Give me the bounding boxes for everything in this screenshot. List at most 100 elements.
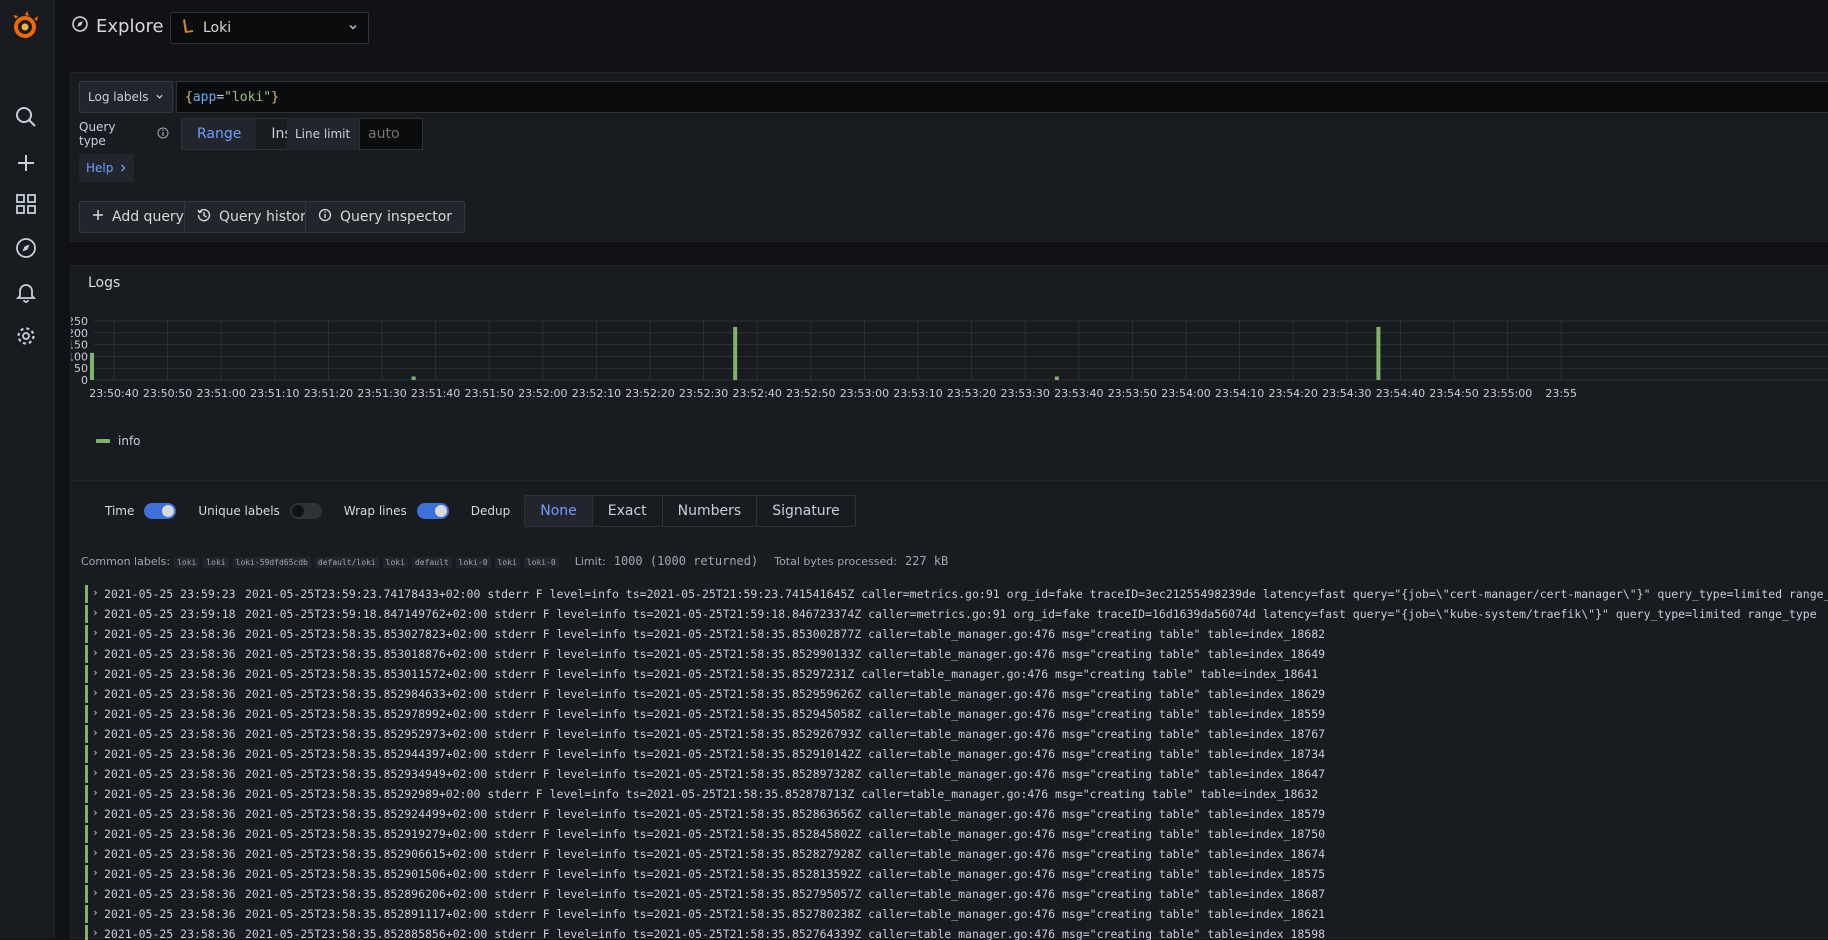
common-label-chip[interactable]: loki-59dfd65cdb xyxy=(232,556,311,568)
add-query-button[interactable]: Add query xyxy=(79,201,197,233)
log-line: 2021-05-25T23:58:35.852891117+02:00 stde… xyxy=(245,907,1326,921)
chart-x-tick-label: 23:51:40 xyxy=(411,387,460,400)
expand-chevron-icon[interactable]: › xyxy=(92,626,99,639)
common-label-chip[interactable]: loki xyxy=(494,556,520,568)
chart-y-tick-label: 0 xyxy=(81,374,88,387)
chart-x-tick-label: 23:52:20 xyxy=(625,387,674,400)
info-circle-icon[interactable] xyxy=(157,127,169,142)
log-row[interactable]: › 2021-05-25 23:58:36 2021-05-25T23:58:35.… xyxy=(71,724,1828,744)
log-row[interactable]: › 2021-05-25 23:58:36 2021-05-25T23:58:35.… xyxy=(71,624,1828,644)
expand-chevron-icon[interactable]: › xyxy=(92,646,99,659)
total-bytes-value: 227 kB xyxy=(904,554,949,568)
log-row[interactable]: › 2021-05-25 23:58:36 2021-05-25T23:58:35.… xyxy=(71,784,1828,804)
common-label-chip[interactable]: loki xyxy=(174,556,200,568)
chart-legend: info xyxy=(96,434,141,448)
gear-icon[interactable] xyxy=(14,324,38,348)
expand-chevron-icon[interactable]: › xyxy=(92,906,99,919)
expand-chevron-icon[interactable]: › xyxy=(92,866,99,879)
expand-chevron-icon[interactable]: › xyxy=(92,586,99,599)
explore-compass-icon xyxy=(72,16,88,37)
chart-y-tick-label: 150 xyxy=(71,339,88,352)
chart-bar xyxy=(1054,376,1059,380)
log-row[interactable]: › 2021-05-25 23:58:36 2021-05-25T23:58:35.… xyxy=(71,824,1828,844)
expand-chevron-icon[interactable]: › xyxy=(92,686,99,699)
expand-chevron-icon[interactable]: › xyxy=(92,886,99,899)
log-row[interactable]: › 2021-05-25 23:58:36 2021-05-25T23:58:35.… xyxy=(71,884,1828,904)
chevron-right-icon xyxy=(119,161,127,175)
common-label-chip[interactable]: loki xyxy=(382,556,408,568)
expand-chevron-icon[interactable]: › xyxy=(92,726,99,739)
log-labels-button[interactable]: Log labels xyxy=(79,81,173,113)
log-row[interactable]: › 2021-05-25 23:58:36 2021-05-25T23:58:35.… xyxy=(71,664,1828,684)
log-line: 2021-05-25T23:58:35.852919279+02:00 stde… xyxy=(245,827,1326,841)
log-row[interactable]: › 2021-05-25 23:58:36 2021-05-25T23:58:35.… xyxy=(71,704,1828,724)
dashboards-icon[interactable] xyxy=(14,192,38,216)
dedup-label: Dedup xyxy=(470,504,511,518)
wrap-lines-toggle[interactable] xyxy=(416,503,449,519)
common-label-chip[interactable]: loki xyxy=(203,556,229,568)
common-label-chip[interactable]: default xyxy=(411,556,452,568)
plus-icon[interactable] xyxy=(14,151,38,175)
log-timestamp: 2021-05-25 23:58:36 xyxy=(104,867,236,881)
time-toggle[interactable] xyxy=(144,503,177,519)
logs-panel-title: Logs xyxy=(88,275,121,291)
expand-chevron-icon[interactable]: › xyxy=(92,606,99,619)
search-icon[interactable] xyxy=(14,105,38,129)
expand-chevron-icon[interactable]: › xyxy=(92,846,99,859)
log-timestamp: 2021-05-25 23:58:36 xyxy=(104,827,236,841)
dedup-numbers[interactable]: Numbers xyxy=(662,496,758,526)
explore-icon[interactable] xyxy=(14,236,38,260)
legend-item-info[interactable]: info xyxy=(118,434,141,448)
common-label-chip[interactable]: loki-0 xyxy=(455,556,491,568)
datasource-picker[interactable]: Loki xyxy=(170,12,369,44)
expand-chevron-icon[interactable]: › xyxy=(92,746,99,759)
log-row[interactable]: › 2021-05-25 23:58:36 2021-05-25T23:58:35.… xyxy=(71,844,1828,864)
log-line: 2021-05-25T23:58:35.852901506+02:00 stde… xyxy=(245,867,1326,881)
log-rows: › 2021-05-25 23:59:23 2021-05-25T23:59:23.… xyxy=(71,584,1828,940)
alert-bell-icon[interactable] xyxy=(14,280,38,304)
expand-chevron-icon[interactable]: › xyxy=(92,806,99,819)
query-inspector-button[interactable]: Query inspector xyxy=(305,201,466,233)
log-row[interactable]: › 2021-05-25 23:59:23 2021-05-25T23:59:23.… xyxy=(71,584,1828,604)
query-token-label-key: app xyxy=(192,89,217,105)
common-label-chip[interactable]: loki-0 xyxy=(523,556,559,568)
dedup-none[interactable]: None xyxy=(525,496,593,526)
log-row[interactable]: › 2021-05-25 23:58:36 2021-05-25T23:58:35.… xyxy=(71,924,1828,940)
log-labels-label: Log labels xyxy=(88,90,149,104)
line-limit-input[interactable] xyxy=(359,118,423,150)
help-button[interactable]: Help xyxy=(79,154,135,182)
log-row[interactable]: › 2021-05-25 23:58:36 2021-05-25T23:58:35.… xyxy=(71,744,1828,764)
log-row[interactable]: › 2021-05-25 23:58:36 2021-05-25T23:58:35.… xyxy=(71,904,1828,924)
log-timestamp: 2021-05-25 23:58:36 xyxy=(104,767,236,781)
expand-chevron-icon[interactable]: › xyxy=(92,926,99,939)
log-timestamp: 2021-05-25 23:58:36 xyxy=(104,687,236,701)
expand-chevron-icon[interactable]: › xyxy=(92,766,99,779)
query-history-label: Query history xyxy=(219,209,315,225)
log-row[interactable]: › 2021-05-25 23:58:36 2021-05-25T23:58:35.… xyxy=(71,804,1828,824)
common-label-chip[interactable]: default/loki xyxy=(314,556,379,568)
wrap-lines-label: Wrap lines xyxy=(343,504,407,518)
query-type-range[interactable]: Range xyxy=(182,119,257,149)
log-row[interactable]: › 2021-05-25 23:59:18 2021-05-25T23:59:18.… xyxy=(71,604,1828,624)
chart-x-tick-label: 23:54:50 xyxy=(1429,387,1478,400)
log-row[interactable]: › 2021-05-25 23:58:36 2021-05-25T23:58:35.… xyxy=(71,864,1828,884)
grafana-logo-icon[interactable] xyxy=(10,10,42,42)
chart-bar xyxy=(733,326,738,380)
dedup-exact[interactable]: Exact xyxy=(592,496,663,526)
log-line: 2021-05-25T23:58:35.853027823+02:00 stde… xyxy=(245,627,1326,641)
log-line: 2021-05-25T23:58:35.852924499+02:00 stde… xyxy=(245,807,1326,821)
unique-labels-toggle[interactable] xyxy=(289,503,322,519)
legend-swatch-info xyxy=(96,439,110,443)
log-row[interactable]: › 2021-05-25 23:58:36 2021-05-25T23:58:35.… xyxy=(71,684,1828,704)
expand-chevron-icon[interactable]: › xyxy=(92,826,99,839)
expand-chevron-icon[interactable]: › xyxy=(92,666,99,679)
chart-x-tick-label: 23:51:10 xyxy=(250,387,299,400)
log-row[interactable]: › 2021-05-25 23:58:36 2021-05-25T23:58:35.… xyxy=(71,764,1828,784)
dedup-signature[interactable]: Signature xyxy=(757,496,855,526)
chart-x-tick-label: 23:52:10 xyxy=(572,387,621,400)
expand-chevron-icon[interactable]: › xyxy=(92,706,99,719)
chart-bar xyxy=(411,376,416,380)
query-input[interactable]: {app = "loki"} xyxy=(176,81,1828,113)
log-row[interactable]: › 2021-05-25 23:58:36 2021-05-25T23:58:35.… xyxy=(71,644,1828,664)
expand-chevron-icon[interactable]: › xyxy=(92,786,99,799)
